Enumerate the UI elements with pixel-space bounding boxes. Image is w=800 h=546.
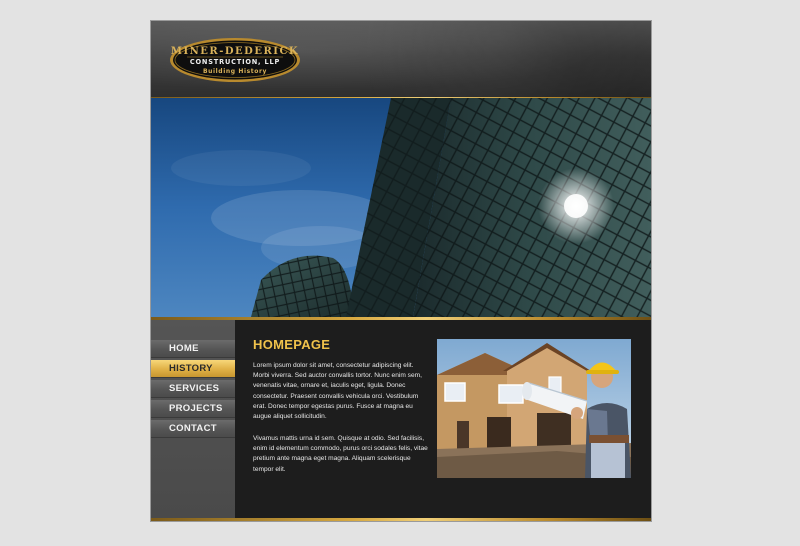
hero-image: [151, 98, 651, 317]
footer-gold-border: [151, 518, 651, 521]
content-paragraph-1: Lorem ipsum dolor sit amet, consectetur …: [253, 362, 422, 421]
content-paragraph-2: Vivamus mattis urna id sem. Quisque at o…: [253, 435, 428, 473]
website-frame: MINER-DEDERICK CONSTRUCTION, LLP Buildin…: [150, 20, 652, 522]
construction-worker-illustration: [437, 339, 631, 478]
main-content: HOMEPAGE Lorem ipsum dolor sit amet, con…: [235, 320, 651, 518]
nav-item-services[interactable]: SERVICES: [151, 380, 235, 398]
brand-tagline: Building History: [202, 68, 268, 75]
nav-item-history[interactable]: HISTORY: [151, 360, 235, 378]
main-nav: HOME HISTORY SERVICES PROJECTS CONTACT: [151, 320, 235, 518]
nav-item-contact[interactable]: CONTACT: [151, 420, 235, 438]
page-title: HOMEPAGE: [253, 337, 331, 352]
feature-photo: [437, 339, 631, 478]
nav-item-projects[interactable]: PROJECTS: [151, 400, 235, 418]
nav-item-home[interactable]: HOME: [151, 340, 235, 358]
skyscraper-illustration: [151, 98, 651, 317]
brand-logo[interactable]: MINER-DEDERICK CONSTRUCTION, LLP Buildin…: [169, 37, 301, 83]
brand-name: MINER-DEDERICK: [170, 46, 300, 57]
site-header: MINER-DEDERICK CONSTRUCTION, LLP Buildin…: [151, 21, 651, 98]
brand-subtitle: CONSTRUCTION, LLP: [189, 58, 281, 66]
